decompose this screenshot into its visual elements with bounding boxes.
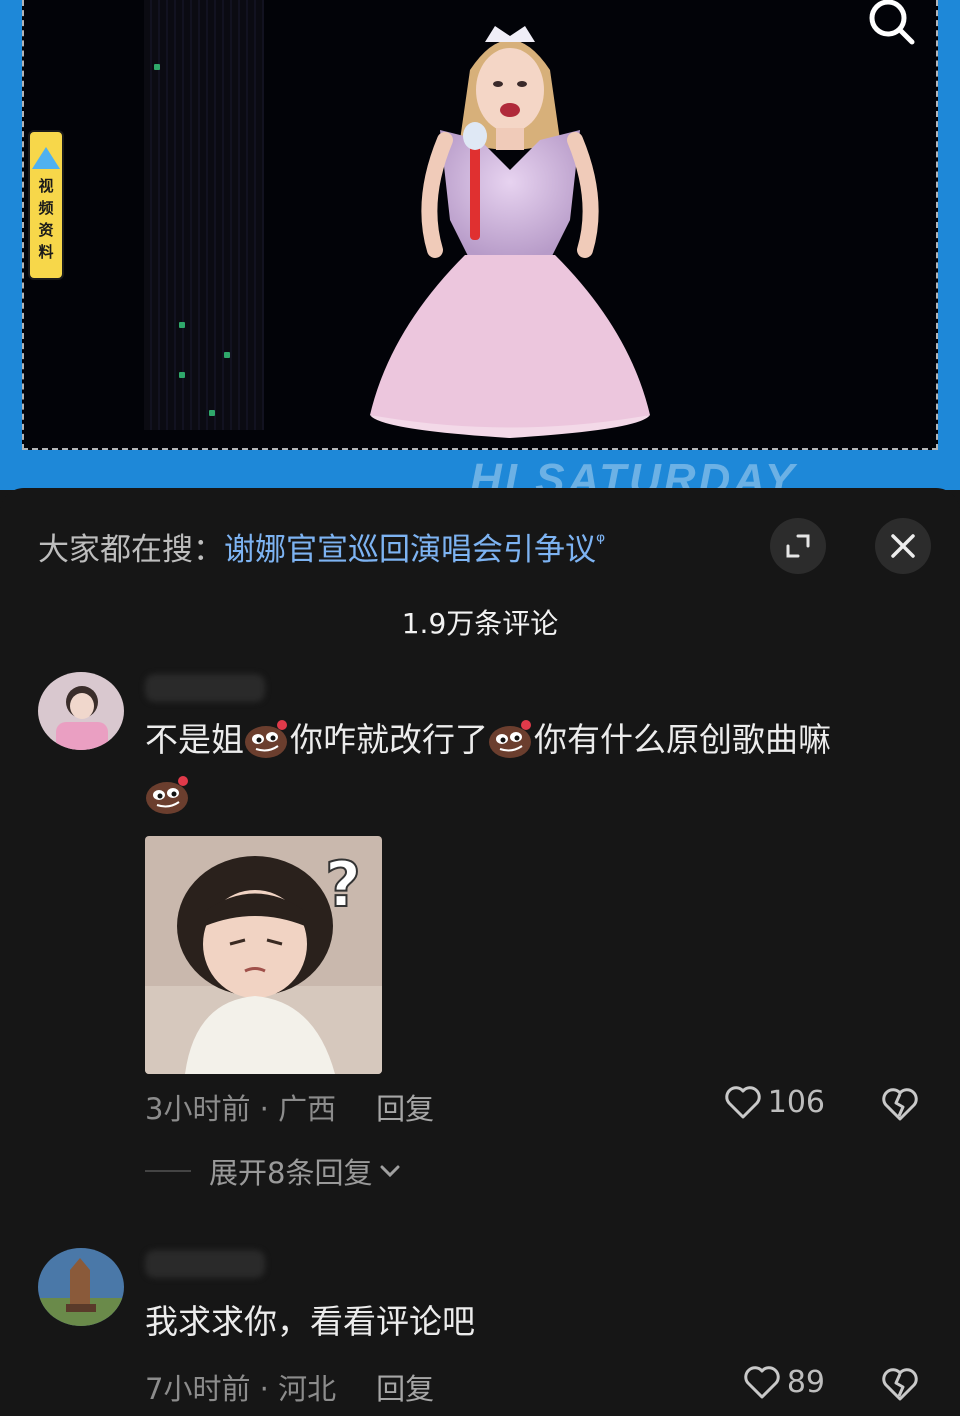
user-name-blurred — [145, 674, 265, 702]
svg-text:?: ? — [325, 848, 361, 921]
triangle-icon — [32, 147, 60, 169]
comment-item: 不是姐 你咋就改行了 你有什么原创歌曲嘛 ? 3小时前 · 广西 回复 106 … — [0, 668, 960, 1228]
led-dot — [209, 410, 215, 416]
led-screen — [144, 0, 264, 430]
dislike-heart-icon[interactable] — [880, 1366, 920, 1402]
expand-replies-label: 展开8条回复 — [209, 1156, 373, 1190]
hot-search-bar[interactable]: 大家都在搜：谢娜官宣巡回演唱会引争议ᵠ — [38, 524, 605, 569]
hot-search-prefix: 大家都在搜： — [38, 532, 224, 568]
like-button[interactable]: 89 — [743, 1364, 825, 1400]
badge-char: 料 — [38, 243, 54, 261]
badge-char: 频 — [38, 199, 54, 217]
comment-meta: 7小时前 · 河北 回复 — [145, 1366, 434, 1408]
hot-search-query[interactable]: 谢娜官宣巡回演唱会引争议 — [224, 532, 596, 568]
comment-sheet: 大家都在搜：谢娜官宣巡回演唱会引争议ᵠ 1.9万条评论 不是姐 你咋就改行了 你有什… — [0, 488, 960, 1416]
smirk-emoji-icon — [245, 719, 287, 758]
video-caption-text: HI SATURDAY — [470, 455, 798, 490]
user-name-blurred — [145, 1250, 265, 1278]
divider-line — [145, 1170, 191, 1172]
search-icon: ᵠ — [596, 529, 606, 555]
comment-text-part: 你咋就改行了 — [290, 720, 488, 759]
avatar-image — [38, 672, 124, 750]
avatar-image — [38, 1248, 124, 1326]
expand-icon — [786, 534, 810, 558]
like-button[interactable]: 106 — [724, 1084, 825, 1120]
led-dot — [154, 64, 160, 70]
search-icon[interactable] — [866, 0, 920, 48]
comment-time-location: 3小时前 · 广西 — [145, 1092, 337, 1126]
expand-button[interactable] — [770, 518, 826, 574]
led-dot — [179, 322, 185, 328]
avatar[interactable] — [38, 1248, 124, 1326]
comment-text-part: 不是姐 — [145, 720, 244, 759]
comment-item: 我求求你，看看评论吧 7小时前 · 河北 回复 89 — [0, 1246, 960, 1416]
badge-char: 资 — [38, 221, 54, 239]
smirk-emoji-icon — [146, 775, 188, 814]
like-count: 106 — [767, 1084, 825, 1120]
dislike-heart-icon[interactable] — [880, 1086, 920, 1122]
avatar[interactable] — [38, 672, 124, 750]
smirk-emoji-icon — [489, 719, 531, 758]
heart-icon — [744, 1366, 780, 1399]
video-info-badge: 视 频 资 料 — [28, 130, 64, 280]
like-count: 89 — [786, 1364, 825, 1400]
comment-image[interactable]: ? — [145, 836, 382, 1074]
confused-child-image: ? — [145, 836, 382, 1074]
performer-image — [370, 26, 650, 438]
chevron-down-icon — [380, 1165, 400, 1178]
expand-replies-button[interactable]: 展开8条回复 — [145, 1150, 402, 1192]
close-button[interactable] — [875, 518, 931, 574]
video-player[interactable]: 视 频 资 料 HI SATURDAY — [0, 0, 960, 490]
heart-icon — [725, 1086, 761, 1119]
close-icon — [891, 534, 915, 558]
comment-time-location: 7小时前 · 河北 — [145, 1372, 337, 1406]
reply-button[interactable]: 回复 — [376, 1092, 434, 1126]
led-dot — [179, 372, 185, 378]
comment-count: 1.9万条评论 — [401, 607, 559, 640]
reply-button[interactable]: 回复 — [376, 1372, 434, 1406]
badge-char: 视 — [38, 177, 54, 195]
comment-text: 我求求你，看看评论吧 — [145, 1302, 475, 1341]
comment-text: 不是姐 你咋就改行了 你有什么原创歌曲嘛 — [145, 712, 905, 824]
led-dot — [224, 352, 230, 358]
comment-text-part: 你有什么原创歌曲嘛 — [534, 720, 831, 759]
comment-meta: 3小时前 · 广西 回复 — [145, 1086, 434, 1128]
